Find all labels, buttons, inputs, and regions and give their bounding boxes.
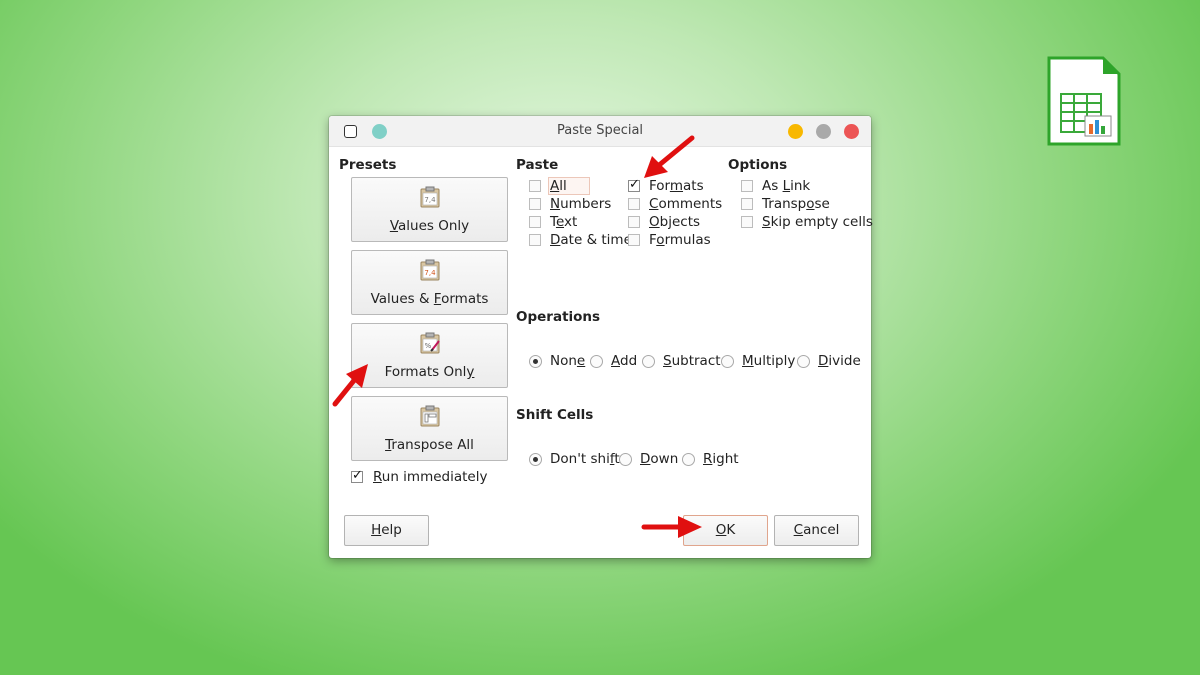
operation-none-label: None [550, 353, 586, 369]
shift-down-label: Down [640, 451, 679, 467]
maximize-icon[interactable] [816, 124, 831, 139]
operations-heading: Operations [516, 309, 601, 325]
as-link-label: As Link [762, 178, 811, 194]
transpose-checkbox[interactable] [741, 198, 753, 210]
paste-all-label: All [548, 177, 590, 195]
paste-numbers-label: Numbers [550, 196, 612, 212]
svg-text:7,4: 7,4 [424, 269, 436, 277]
transpose-all-icon [420, 405, 440, 427]
arrow-to-formats-checkbox-icon [644, 135, 695, 178]
paste-formulas-label: Formulas [649, 232, 711, 248]
paste-text-label: Text [550, 214, 578, 230]
paste-heading: Paste [516, 157, 559, 173]
values-and-formats-button[interactable]: 7,4 Values & Formats [351, 250, 508, 315]
paste-numbers-checkbox[interactable] [529, 198, 541, 210]
run-immediately-checkbox[interactable] [351, 468, 363, 483]
arrow-to-formats-only-icon [332, 364, 368, 407]
title-bar: Paste Special [329, 116, 871, 147]
values-only-button[interactable]: 7,4 Values Only [351, 177, 508, 242]
values-and-formats-icon: 7,4 [420, 259, 440, 281]
operation-subtract-radio[interactable] [642, 355, 655, 368]
shift-down-radio[interactable] [619, 453, 632, 466]
operation-divide-label: Divide [818, 353, 861, 369]
shift-dont-label: Don't shift [550, 451, 620, 467]
presets-heading: Presets [339, 157, 397, 173]
minimize-icon[interactable] [788, 124, 803, 139]
operation-multiply-radio[interactable] [721, 355, 734, 368]
skip-empty-cells-label: Skip empty cells [762, 214, 873, 230]
libreoffice-calc-logo-icon [1047, 56, 1121, 146]
paste-special-dialog: Paste Special Presets 7,4 Values Only 7,… [329, 116, 873, 558]
skip-empty-cells-checkbox[interactable] [741, 216, 753, 228]
cancel-button[interactable]: Cancel [774, 515, 859, 546]
paste-all-checkbox[interactable] [529, 180, 541, 192]
paste-formulas-checkbox[interactable] [628, 234, 640, 246]
shift-right-radio[interactable] [682, 453, 695, 466]
paste-comments-checkbox[interactable] [628, 198, 640, 210]
close-icon[interactable] [844, 124, 859, 139]
svg-text:%: % [425, 342, 432, 350]
operation-multiply-label: Multiply [742, 353, 796, 369]
svg-text:7,4: 7,4 [424, 196, 436, 204]
shift-cells-heading: Shift Cells [516, 407, 594, 423]
values-only-icon: 7,4 [420, 186, 440, 208]
operation-add-label: Add [611, 353, 638, 369]
operation-none-radio[interactable] [529, 355, 542, 368]
operation-divide-radio[interactable] [797, 355, 810, 368]
paste-objects-label: Objects [649, 214, 701, 230]
values-and-formats-label: Values & Formats [370, 291, 489, 307]
operation-add-radio[interactable] [590, 355, 603, 368]
operation-subtract-label: Subtract [663, 353, 721, 369]
options-heading: Options [728, 157, 788, 173]
paste-text-checkbox[interactable] [529, 216, 541, 228]
transpose-label: Transpose [762, 196, 830, 212]
shift-right-label: Right [703, 451, 739, 467]
shift-dont-radio[interactable] [529, 453, 542, 466]
transpose-all-label: Transpose All [385, 437, 474, 453]
values-only-label: Values Only [389, 218, 470, 234]
arrow-to-ok-icon [641, 516, 702, 538]
paste-comments-label: Comments [649, 196, 723, 212]
paste-date-time-checkbox[interactable] [529, 234, 541, 246]
help-button[interactable]: Help [344, 515, 429, 546]
paste-date-time-label: Date & time [550, 232, 632, 248]
as-link-checkbox[interactable] [741, 180, 753, 192]
run-immediately-label: Run immediately [373, 469, 488, 485]
formats-only-icon: % [420, 332, 440, 354]
paste-objects-checkbox[interactable] [628, 216, 640, 228]
